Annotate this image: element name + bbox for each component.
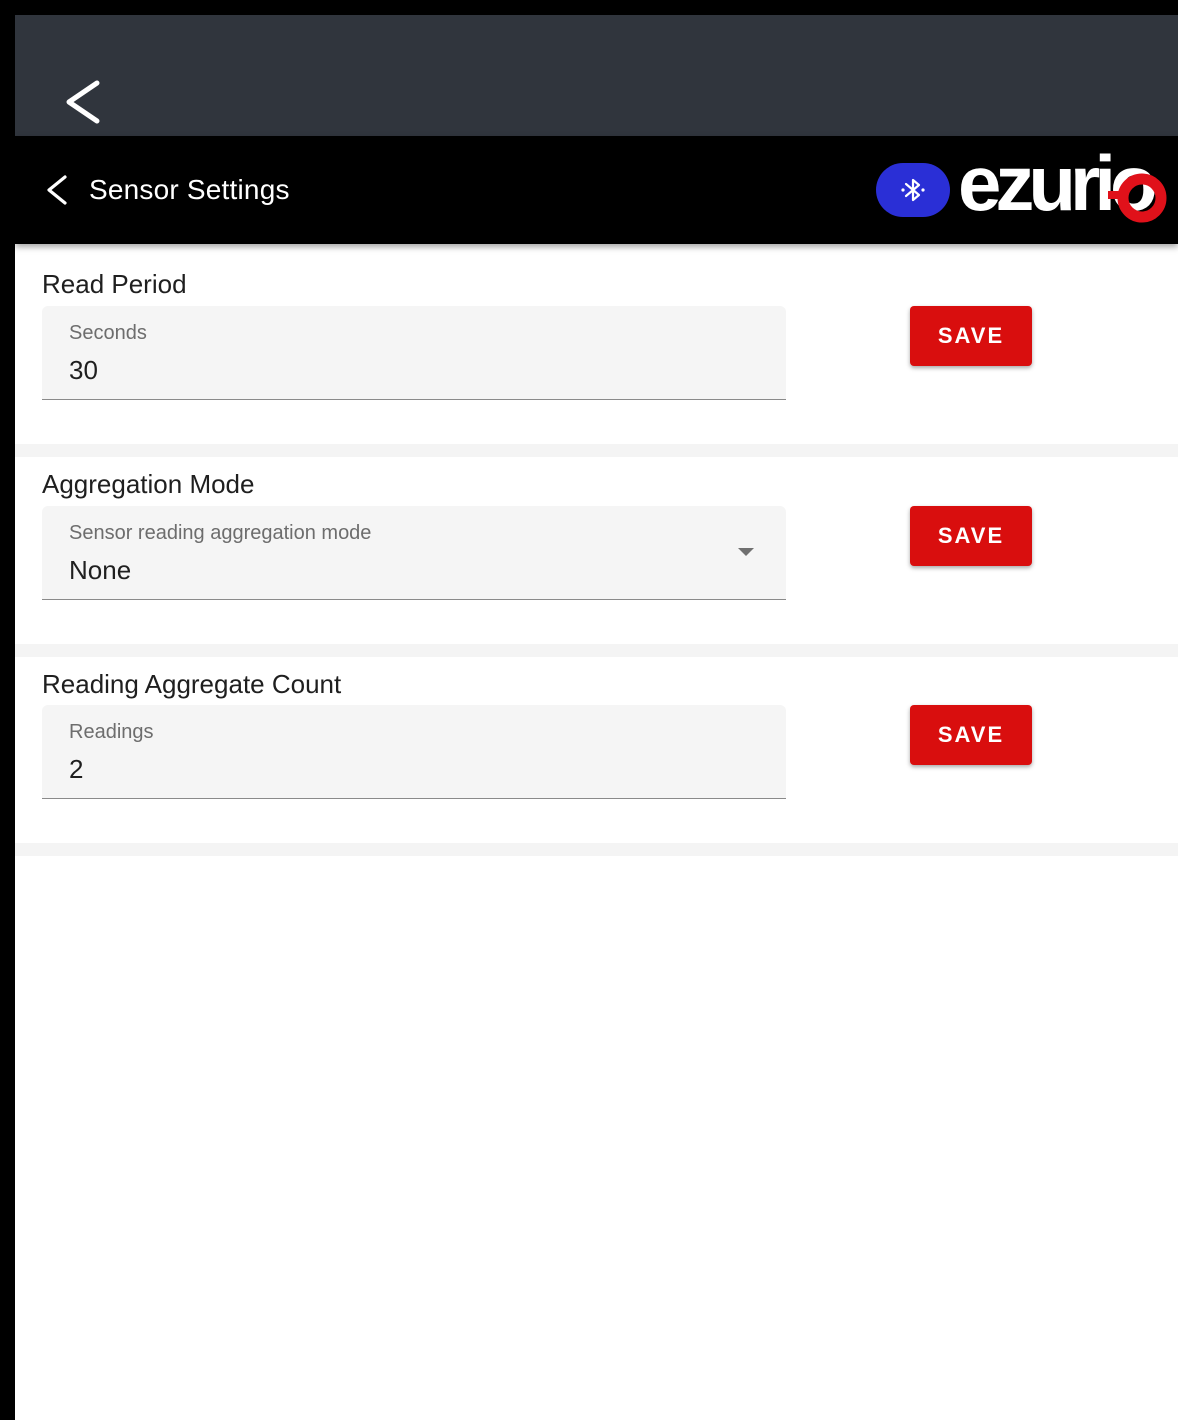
- dropdown-arrow-icon[interactable]: [738, 548, 754, 556]
- reading-aggregate-count-section: Reading Aggregate Count Readings 2 SAVE: [15, 657, 1178, 843]
- seconds-input[interactable]: Seconds 30: [42, 306, 786, 400]
- field-value: None: [69, 555, 132, 585]
- section-title: Reading Aggregate Count: [42, 669, 342, 699]
- app-window: Sensor Settings ezurio Read Period Secon…: [15, 15, 1178, 1420]
- page-title: Sensor Settings: [89, 174, 290, 205]
- save-button[interactable]: SAVE: [910, 506, 1032, 566]
- aggregation-mode-select[interactable]: Sensor reading aggregation mode None: [42, 506, 786, 600]
- aggregation-mode-section: Aggregation Mode Sensor reading aggregat…: [15, 457, 1178, 644]
- read-period-section: Read Period Seconds 30 SAVE: [15, 244, 1178, 444]
- field-value: 2: [69, 754, 84, 784]
- chevron-left-icon[interactable]: [43, 173, 73, 207]
- section-title: Read Period: [42, 269, 187, 299]
- outer-navigation-bar: [15, 15, 1178, 136]
- save-button[interactable]: SAVE: [910, 705, 1032, 765]
- section-divider: [15, 644, 1178, 657]
- save-button[interactable]: SAVE: [910, 306, 1032, 366]
- section-divider: [15, 444, 1178, 457]
- bluetooth-button[interactable]: [876, 163, 950, 217]
- chevron-left-icon[interactable]: [61, 77, 111, 127]
- readings-input[interactable]: Readings 2: [42, 705, 786, 799]
- field-label: Seconds: [69, 322, 147, 344]
- app-header: Sensor Settings ezurio: [15, 136, 1178, 244]
- section-title: Aggregation Mode: [42, 469, 255, 499]
- field-label: Readings: [69, 721, 154, 743]
- bluetooth-icon: [901, 178, 925, 202]
- field-label: Sensor reading aggregation mode: [69, 522, 372, 544]
- ezurio-logo: ezurio: [958, 146, 1167, 227]
- section-divider: [15, 843, 1178, 856]
- field-value: 30: [69, 355, 98, 385]
